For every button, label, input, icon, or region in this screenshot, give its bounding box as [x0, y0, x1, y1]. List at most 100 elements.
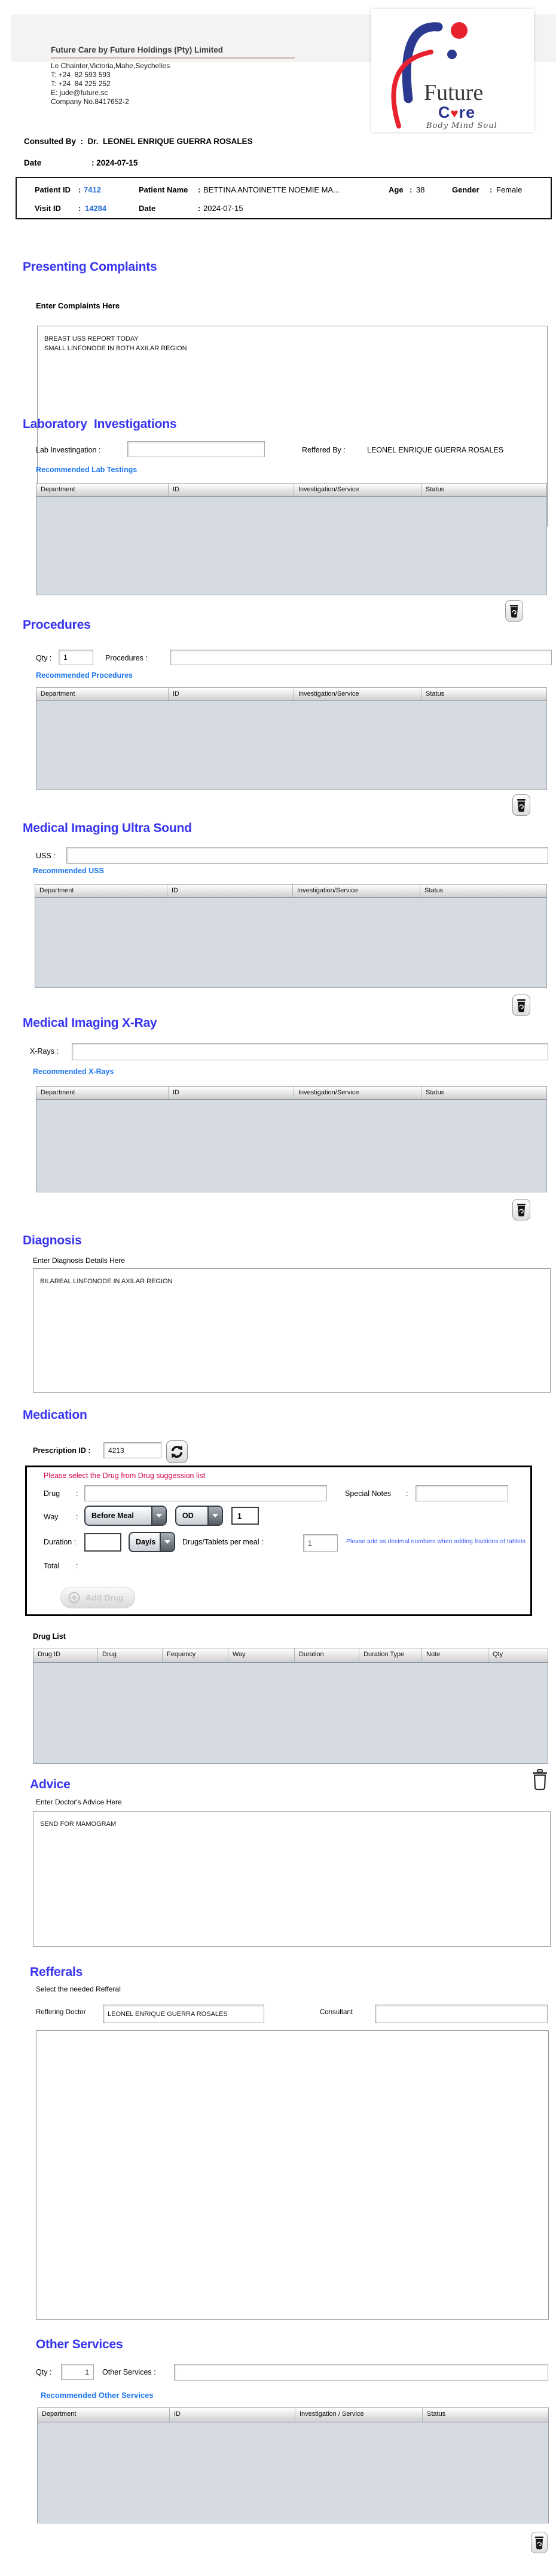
other-services-input[interactable] — [174, 2364, 548, 2381]
procedures-table: Department ID Investigation/Service Stat… — [36, 687, 547, 790]
column-header-status: Status — [421, 484, 546, 496]
column-header-id: ID — [169, 484, 294, 496]
duration-unit-dropdown[interactable]: Day/s — [129, 1532, 175, 1552]
column-header-id: ID — [167, 885, 293, 897]
column-header-department: Department — [36, 688, 169, 700]
frequency-dropdown[interactable]: OD — [175, 1506, 223, 1526]
advice-label: Enter Doctor's Advice Here — [36, 1798, 122, 1806]
column-header-investigation-service: Investigation / Service — [295, 2408, 423, 2422]
drug-list-label: Drug List — [33, 1632, 66, 1641]
per-meal-input[interactable] — [303, 1534, 338, 1552]
way-dropdown-value: Before Meal — [91, 1512, 134, 1520]
colon: : — [76, 1513, 78, 1521]
section-title-medication: Medication — [23, 1408, 87, 1422]
company-number: Company No.8417652-2 — [51, 97, 129, 106]
uss-input[interactable] — [66, 847, 548, 864]
drug-list-table-body — [33, 1663, 548, 1763]
xray-clear-button[interactable] — [512, 1199, 530, 1220]
section-title-diagnosis: Diagnosis — [23, 1234, 82, 1248]
procedures-input[interactable] — [170, 650, 552, 665]
column-header-qty: Qty — [488, 1648, 548, 1662]
complaints-label: Enter Complaints Here — [36, 301, 120, 310]
table-header-row: Department ID Investigation/Service Stat… — [35, 885, 546, 898]
column-header-investigation-service: Investigation/Service — [294, 688, 421, 700]
prescription-id-input[interactable] — [103, 1442, 161, 1458]
table-header-row: Department ID Investigation / Service St… — [38, 2408, 548, 2422]
company-title: Future Care by Future Holdings (Pty) Lim… — [51, 45, 223, 54]
add-drug-label: Add Drug — [85, 1593, 124, 1602]
procedures-clear-button[interactable] — [512, 794, 530, 816]
procedures-input-label: Procedures : — [105, 654, 148, 662]
other-services-qty-input[interactable] — [61, 2364, 94, 2380]
table-header-row: Department ID Investigation/Service Stat… — [36, 484, 546, 497]
section-title-other-services: Other Services — [36, 2338, 123, 2352]
drug-list-table: Drug ID Drug Fequency Way Duration Durat… — [33, 1648, 548, 1764]
reffering-doctor-input[interactable] — [103, 2005, 264, 2023]
consulted-by-label: Consulted By : — [24, 137, 83, 146]
per-meal-label: Drugs/Tablets per meal : — [182, 1538, 263, 1546]
colon: : — [78, 204, 81, 213]
consult-date-label: Date — [24, 158, 91, 167]
column-header-duration: Duration — [295, 1648, 359, 1662]
other-services-table-body — [38, 2422, 548, 2523]
prescription-refresh-button[interactable] — [166, 1440, 188, 1463]
column-header-duration-type: Duration Type — [359, 1648, 422, 1662]
add-drug-button[interactable]: Add Drug — [60, 1587, 135, 1608]
way-dropdown[interactable]: Before Meal — [84, 1506, 167, 1526]
uss-table: Department ID Investigation/Service Stat… — [35, 884, 547, 988]
colon: : — [76, 1489, 78, 1498]
lab-investigation-input[interactable] — [127, 441, 265, 457]
consultant-input[interactable] — [375, 2005, 548, 2023]
advice-clear-button[interactable] — [529, 1767, 551, 1793]
lab-testings-table-body — [36, 497, 546, 595]
column-header-department: Department — [36, 1087, 169, 1099]
column-header-department: Department — [38, 2408, 170, 2422]
procedures-qty-input[interactable] — [59, 650, 93, 665]
xray-table-body — [36, 1100, 546, 1192]
special-notes-input[interactable] — [416, 1485, 508, 1501]
column-header-way: Way — [228, 1648, 295, 1662]
column-header-note: Note — [422, 1648, 488, 1662]
logo-care-rest: re — [459, 103, 476, 121]
column-header-id: ID — [169, 1087, 294, 1099]
duration-input[interactable] — [84, 1533, 121, 1552]
colon: : — [198, 185, 200, 194]
table-header-row: Department ID Investigation/Service Stat… — [36, 688, 546, 701]
patient-id-label: Patient ID — [35, 185, 71, 194]
column-header-drug: Drug — [98, 1648, 163, 1662]
fraction-note: Please add as decimal numbers when addin… — [346, 1538, 526, 1545]
referrals-subtitle: Select the needed Refferal — [36, 1985, 121, 1993]
drug-input[interactable] — [84, 1485, 327, 1501]
patient-name-value: BETTINA ANTOINETTE NOEMIE MA... — [203, 185, 340, 194]
uss-clear-button[interactable] — [512, 995, 530, 1016]
company-logo: Future C♥re Body Mind Soul — [371, 9, 534, 132]
recommended-xrays-label: Recommended X-Rays — [33, 1067, 114, 1076]
other-services-clear-button[interactable] — [531, 2532, 548, 2553]
diagnosis-textarea[interactable]: BILAREAL LINFONODE IN AXILAR REGION — [33, 1268, 551, 1393]
lab-clear-button[interactable] — [505, 600, 523, 622]
table-header-row: Department ID Investigation/Service Stat… — [36, 1087, 546, 1100]
column-header-id: ID — [170, 2408, 295, 2422]
procedures-table-body — [36, 701, 546, 790]
trash-outline-icon — [531, 1769, 549, 1791]
column-header-status: Status — [421, 1087, 546, 1099]
prescription-id-label: Prescription ID : — [33, 1446, 91, 1455]
special-notes-label: Special Notes — [345, 1489, 391, 1498]
company-phone-1: T: +24 82 593 593 — [51, 71, 111, 79]
uss-table-body — [35, 898, 546, 987]
trash-icon — [515, 798, 527, 812]
other-services-qty-label: Qty : — [36, 2368, 51, 2376]
xray-input[interactable] — [72, 1043, 548, 1060]
column-header-investigation-service: Investigation/Service — [293, 885, 420, 897]
visit-date-label: Date — [139, 204, 155, 213]
plus-circle-icon — [68, 1592, 80, 1604]
logo-text-future: Future — [424, 79, 483, 106]
frequency-qty-input[interactable] — [231, 1507, 259, 1525]
uss-input-label: USS : — [36, 852, 56, 860]
referral-list-box — [36, 2030, 549, 2320]
advice-textarea[interactable]: SEND FOR MAMOGRAM — [33, 1811, 551, 1947]
lab-reffered-by-label: Reffered By : — [302, 446, 346, 454]
procedures-qty-label: Qty : — [36, 654, 51, 662]
column-header-status: Status — [421, 688, 546, 700]
company-phone-2: T: +24 84 225 252 — [51, 79, 111, 88]
